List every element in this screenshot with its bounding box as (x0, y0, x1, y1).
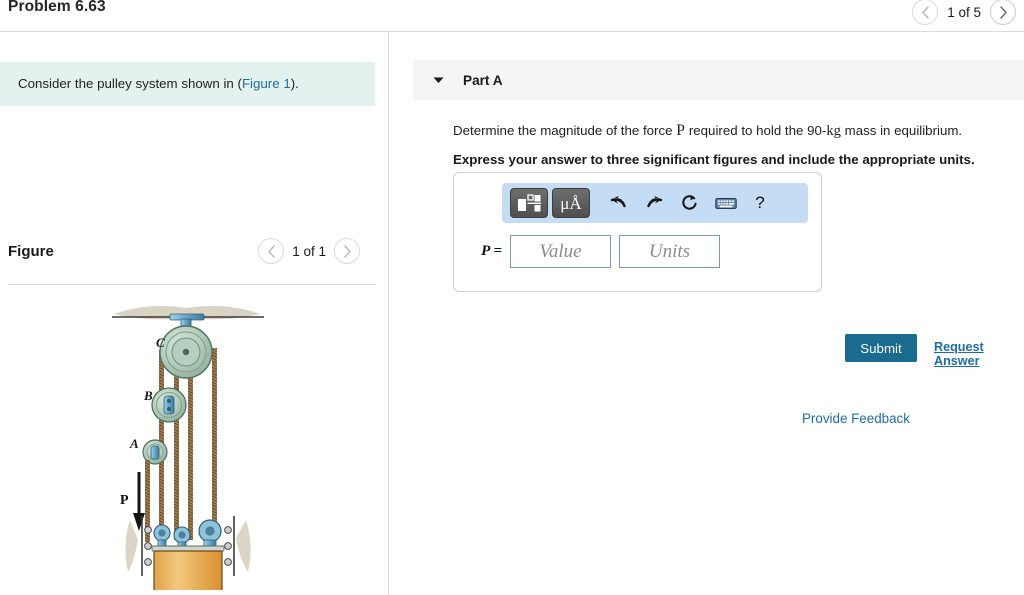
intro-text-after: ). (290, 76, 299, 92)
question-statement: Determine the magnitude of the force P r… (453, 120, 1013, 142)
question-mid: required to hold the 90- (685, 123, 827, 138)
figure-pager-label: 1 of 1 (292, 243, 326, 259)
reset-circular-arrow-icon (682, 195, 697, 210)
intro-text-before: Consider the pulley system shown in ( (18, 76, 242, 92)
part-a-label: Part A (463, 72, 503, 88)
keyboard-button[interactable] (710, 188, 742, 218)
figure-title: Figure (8, 242, 54, 260)
answer-input-row: P = (468, 235, 720, 268)
problem-next-button[interactable] (990, 0, 1016, 25)
figure-1-link[interactable]: Figure 1 (242, 76, 291, 91)
caret-down-icon[interactable] (431, 77, 445, 84)
figure-divider (8, 284, 375, 285)
answer-units-input[interactable] (619, 235, 720, 268)
question-pre: Determine the magnitude of the force (453, 123, 677, 138)
left-panel: Consider the pulley system shown in (Fig… (0, 32, 388, 595)
problem-prev-button[interactable] (912, 0, 939, 25)
page-title: Problem 6.63 (8, 0, 106, 15)
rope-right (211, 348, 217, 540)
pulley-system-diagram: C B A P (111, 306, 264, 590)
answer-toolbar: μÅ ? (502, 183, 808, 223)
problem-intro-box: Consider the pulley system shown in (Fig… (0, 62, 375, 106)
chevron-left-icon (268, 244, 275, 258)
units-button[interactable]: μÅ (552, 188, 590, 218)
pulley-a-label: A (129, 436, 139, 451)
chevron-right-icon (999, 5, 1007, 19)
figure-pager: 1 of 1 (258, 238, 375, 264)
page-header: Problem 6.63 1 of 5 (0, 0, 1024, 31)
pulley-c-label: C (156, 335, 165, 350)
problem-pager: 1 of 5 (912, 0, 1016, 26)
keyboard-icon (715, 197, 737, 210)
redo-button[interactable] (638, 188, 670, 218)
math-template-icon (518, 193, 541, 211)
provide-feedback-link[interactable]: Provide Feedback (802, 411, 910, 426)
question-variable-p: P (676, 122, 686, 139)
figure-header: Figure 1 of 1 (0, 232, 375, 270)
pulley-c (158, 325, 213, 379)
undo-button[interactable] (602, 188, 634, 218)
mass-block (152, 550, 223, 590)
undo-arrow-icon (610, 196, 626, 208)
reset-button[interactable] (674, 188, 706, 218)
pulley-b (150, 387, 187, 423)
chevron-right-icon (343, 244, 351, 258)
answer-entry-card: μÅ ? P = Value Units (453, 172, 822, 292)
rope-b-left (173, 350, 179, 540)
question-post: mass in equilibrium. (840, 123, 963, 138)
units-button-label: μÅ (560, 193, 582, 213)
help-button[interactable]: ? (746, 193, 774, 213)
answer-value-input[interactable] (510, 235, 611, 268)
redo-arrow-icon (646, 196, 662, 208)
left-wall-hatch (124, 520, 138, 572)
question-unit-kg: kg (826, 123, 841, 139)
right-wall-hatch (235, 520, 251, 572)
force-p-arrow (132, 472, 145, 531)
pulley-b-label: B (143, 388, 153, 403)
force-p-label: P (120, 493, 129, 508)
problem-intro-text: Consider the pulley system shown in (Fig… (0, 75, 299, 93)
figure-next-button[interactable] (334, 238, 360, 264)
request-answer-link[interactable]: Request Answer (934, 340, 1024, 368)
problem-page: Problem 6.63 1 of 5 Consider the pulley … (0, 0, 1024, 595)
chevron-left-icon (922, 5, 929, 19)
problem-pager-label: 1 of 5 (947, 4, 981, 20)
submit-button[interactable]: Submit (845, 334, 917, 362)
answer-instruction: Express your answer to three significant… (453, 152, 975, 167)
figure-prev-button[interactable] (258, 238, 285, 264)
right-panel: Part A Determine the magnitude of the fo… (389, 32, 1024, 595)
math-template-button[interactable] (510, 188, 548, 218)
answer-variable-label: P = (481, 243, 502, 259)
part-a-header[interactable]: Part A (413, 60, 1024, 100)
figure-image-wrap[interactable]: C B A P (0, 300, 375, 595)
